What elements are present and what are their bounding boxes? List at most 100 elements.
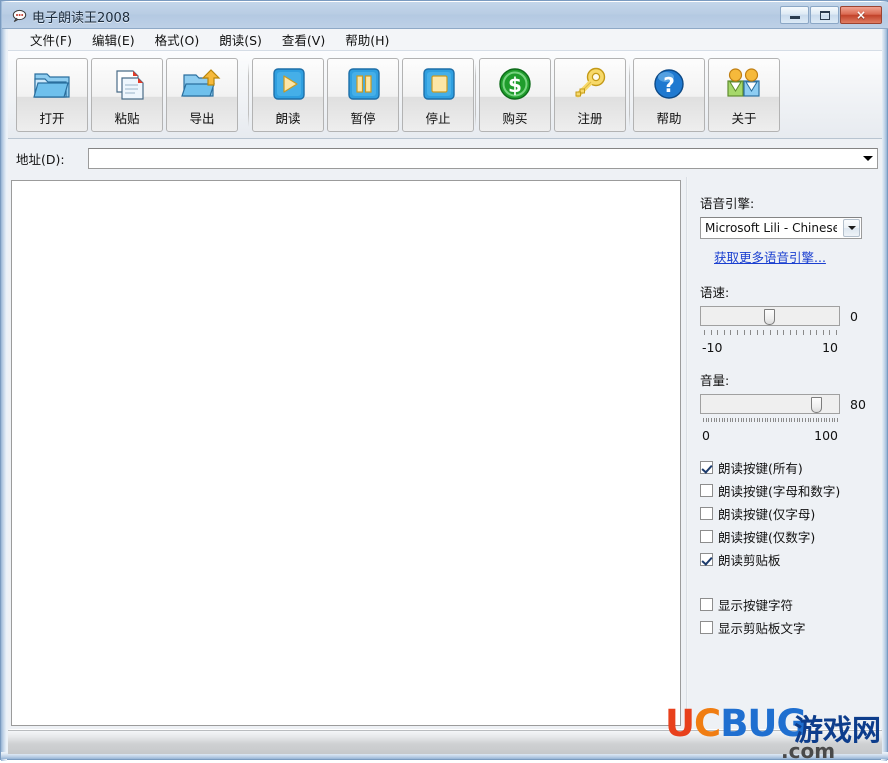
checkbox-box[interactable] xyxy=(700,507,713,520)
tick-mark xyxy=(753,418,755,422)
volume-ticks xyxy=(700,418,840,425)
tick-mark xyxy=(809,330,811,335)
checkbox-box[interactable] xyxy=(700,461,713,474)
checkbox-label: 朗读按键(仅字母) xyxy=(718,507,816,522)
checkbox-label: 显示剪贴板文字 xyxy=(718,621,806,636)
tick-mark xyxy=(761,418,763,422)
volume-thumb[interactable] xyxy=(811,397,822,413)
tick-mark xyxy=(717,330,719,335)
minimize-button[interactable] xyxy=(780,6,809,24)
voice-engine-combobox[interactable]: Microsoft Lili - Chinese (Chin xyxy=(700,217,862,239)
checkbox-speak-keys-digits[interactable]: 朗读按键(仅数字) xyxy=(700,525,882,548)
tick-mark xyxy=(735,418,737,422)
tick-mark xyxy=(807,418,809,422)
speech-rate-max: 10 xyxy=(822,340,838,355)
speech-rate-ticks xyxy=(700,330,840,337)
panel-divider xyxy=(686,177,688,729)
tick-mark xyxy=(704,330,705,335)
menu-edit[interactable]: 编辑(E) xyxy=(82,28,145,51)
tick-mark xyxy=(764,418,766,422)
menu-help[interactable]: 帮助(H) xyxy=(335,28,399,51)
checkbox-box[interactable] xyxy=(700,621,713,634)
toolbar-open[interactable]: 打开 xyxy=(16,58,88,132)
tick-mark xyxy=(710,330,712,335)
tick-mark xyxy=(711,418,713,422)
address-combobox[interactable] xyxy=(88,147,878,169)
toolbar-play-label: 朗读 xyxy=(275,111,301,126)
tick-mark xyxy=(756,418,758,422)
menu-speak[interactable]: 朗读(S) xyxy=(209,28,272,51)
checkbox-box[interactable] xyxy=(700,484,713,497)
tick-mark xyxy=(828,418,830,422)
menu-view[interactable]: 查看(V) xyxy=(272,28,335,51)
maximize-button[interactable] xyxy=(810,6,839,24)
chevron-down-icon[interactable] xyxy=(863,155,873,161)
window-frame-left xyxy=(1,1,7,761)
tick-mark xyxy=(750,330,752,335)
toolbar-buy[interactable]: $ 购买 xyxy=(479,58,551,132)
tick-mark xyxy=(763,330,765,335)
text-editor-container[interactable] xyxy=(11,180,681,726)
toolbar-register[interactable]: 注册 xyxy=(554,58,626,132)
speech-rate-label: 语速: xyxy=(700,285,730,300)
title-bar: 电子朗读王2008 × xyxy=(2,2,888,29)
menu-file[interactable]: 文件(F) xyxy=(20,28,82,51)
tick-mark xyxy=(745,418,747,422)
text-editor[interactable] xyxy=(12,181,680,725)
tick-mark xyxy=(822,330,824,335)
speech-rate-min: -10 xyxy=(702,340,723,355)
tick-mark xyxy=(803,330,804,335)
checkbox-speak-keys-letters[interactable]: 朗读按键(仅字母) xyxy=(700,502,882,525)
checkbox-show-clipboard-text[interactable]: 显示剪贴板文字 xyxy=(700,616,882,639)
toolbar-about[interactable]: 关于 xyxy=(708,58,780,132)
voice-engine-value: Microsoft Lili - Chinese (Chin xyxy=(705,221,837,235)
tick-mark xyxy=(751,418,753,422)
tick-mark xyxy=(724,418,726,422)
tick-mark xyxy=(816,330,818,335)
volume-slider[interactable] xyxy=(700,394,840,414)
checkbox-box[interactable] xyxy=(700,530,713,543)
toolbar-export-label: 导出 xyxy=(189,111,215,126)
toolbar-help-label: 帮助 xyxy=(656,111,682,126)
toolbar-help[interactable]: ? 帮助 xyxy=(633,58,705,132)
toolbar-pause-label: 暂停 xyxy=(350,111,376,126)
checkbox-speak-keys-all[interactable]: 朗读按键(所有) xyxy=(700,456,882,479)
people-icon xyxy=(722,65,766,105)
toolbar-buy-label: 购买 xyxy=(502,111,528,126)
chevron-down-icon[interactable] xyxy=(843,219,860,237)
checkbox-box[interactable] xyxy=(700,553,713,566)
toolbar-paste-label: 粘贴 xyxy=(114,111,140,126)
get-more-voices-link[interactable]: 获取更多语音引擎... xyxy=(714,247,882,266)
speech-rate-thumb[interactable] xyxy=(764,309,775,325)
checkbox-box[interactable] xyxy=(700,598,713,611)
tick-mark xyxy=(789,330,791,335)
speech-rate-slider[interactable] xyxy=(700,306,840,326)
status-bar xyxy=(8,730,882,754)
tick-mark xyxy=(815,418,817,422)
volume-label: 音量: xyxy=(700,373,730,388)
menu-format[interactable]: 格式(O) xyxy=(145,28,210,51)
application-window: 电子朗读王2008 × 文件(F) 编辑(E) 格式(O) 朗读(S) 查看(V… xyxy=(0,0,888,763)
tick-mark xyxy=(737,330,738,335)
pause-icon xyxy=(341,65,385,105)
tick-mark xyxy=(772,418,774,422)
toolbar-pause[interactable]: 暂停 xyxy=(327,58,399,132)
tick-mark xyxy=(834,418,836,422)
checkbox-speak-clipboard[interactable]: 朗读剪贴板 xyxy=(700,548,882,571)
address-input[interactable] xyxy=(92,149,852,167)
close-button[interactable]: × xyxy=(840,6,882,24)
speech-bubble-icon xyxy=(12,8,28,24)
checkbox-speak-keys-alnum[interactable]: 朗读按键(字母和数字) xyxy=(700,479,882,502)
stop-icon xyxy=(416,65,460,105)
tick-mark xyxy=(776,330,778,335)
toolbar-play[interactable]: 朗读 xyxy=(252,58,324,132)
window-title: 电子朗读王2008 xyxy=(32,11,131,26)
maximize-icon xyxy=(811,7,838,23)
speech-rate-slider-row: 0 xyxy=(700,306,880,328)
checkbox-show-key-chars[interactable]: 显示按键字符 xyxy=(700,593,882,616)
volume-range: 0 100 xyxy=(700,428,880,444)
toolbar-paste[interactable]: 粘贴 xyxy=(91,58,163,132)
toolbar-stop[interactable]: 停止 xyxy=(402,58,474,132)
toolbar-export[interactable]: 导出 xyxy=(166,58,238,132)
tick-mark xyxy=(743,330,745,335)
